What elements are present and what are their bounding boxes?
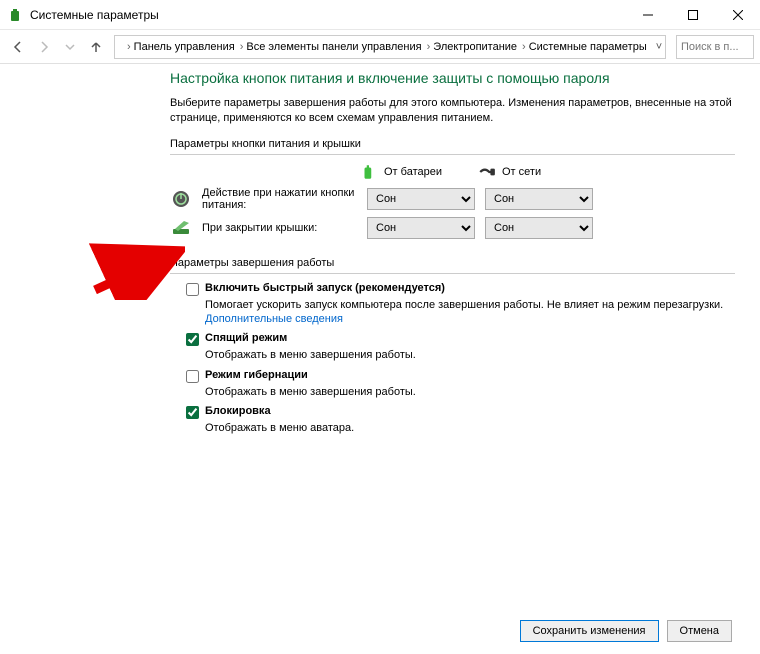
battery-icon bbox=[360, 163, 378, 181]
back-button[interactable] bbox=[6, 35, 30, 59]
option-fast-startup: Включить быстрый запуск (рекомендуется) … bbox=[186, 282, 735, 327]
plug-icon bbox=[478, 163, 496, 181]
breadcrumb-item[interactable]: Все элементы панели управления bbox=[243, 41, 424, 53]
power-button-ac-select[interactable]: Сон bbox=[485, 188, 593, 210]
power-columns-header: От батареи От сети bbox=[170, 163, 735, 181]
dialog-footer: Сохранить изменения Отмена bbox=[520, 620, 732, 642]
option-lock: Блокировка Отображать в меню аватара. bbox=[186, 405, 735, 435]
nav-toolbar: › Панель управления › Все элементы панел… bbox=[0, 30, 760, 64]
lock-desc: Отображать в меню аватара. bbox=[205, 421, 735, 435]
window-title: Системные параметры bbox=[30, 8, 625, 22]
section-label-shutdown: Параметры завершения работы bbox=[170, 257, 735, 269]
maximize-button[interactable] bbox=[670, 0, 715, 30]
cancel-button[interactable]: Отмена bbox=[667, 620, 732, 642]
hibernate-desc: Отображать в меню завершения работы. bbox=[205, 385, 735, 399]
lock-checkbox[interactable] bbox=[186, 406, 199, 419]
col-battery-label: От батареи bbox=[384, 166, 442, 178]
breadcrumb-item[interactable]: Панель управления bbox=[131, 41, 238, 53]
lock-label: Блокировка bbox=[205, 405, 271, 417]
hibernate-checkbox[interactable] bbox=[186, 370, 199, 383]
row-power-button: Действие при нажатии кнопки питания: Сон… bbox=[170, 187, 735, 211]
minimize-button[interactable] bbox=[625, 0, 670, 30]
battery-app-icon bbox=[8, 7, 24, 23]
row-power-button-label: Действие при нажатии кнопки питания: bbox=[202, 187, 357, 211]
search-placeholder: Поиск в п... bbox=[681, 41, 739, 53]
fast-startup-checkbox[interactable] bbox=[186, 283, 199, 296]
search-input[interactable]: Поиск в п... bbox=[676, 35, 754, 59]
up-button[interactable] bbox=[84, 35, 108, 59]
fast-startup-more-link[interactable]: Дополнительные сведения bbox=[205, 313, 343, 325]
chevron-down-icon[interactable]: ˅ bbox=[652, 41, 666, 53]
row-lid-close: При закрытии крышки: Сон Сон bbox=[170, 217, 735, 239]
fast-startup-label: Включить быстрый запуск (рекомендуется) bbox=[205, 282, 445, 294]
sleep-desc: Отображать в меню завершения работы. bbox=[205, 348, 735, 362]
power-button-icon bbox=[170, 188, 192, 210]
section-label-buttons: Параметры кнопки питания и крышки bbox=[170, 138, 735, 150]
option-hibernate: Режим гибернации Отображать в меню завер… bbox=[186, 369, 735, 399]
page-heading: Настройка кнопок питания и включение защ… bbox=[170, 70, 735, 86]
divider bbox=[170, 154, 735, 155]
forward-button[interactable] bbox=[32, 35, 56, 59]
laptop-lid-icon bbox=[170, 217, 192, 239]
option-sleep: Спящий режим Отображать в меню завершени… bbox=[186, 332, 735, 362]
save-button[interactable]: Сохранить изменения bbox=[520, 620, 659, 642]
divider bbox=[170, 273, 735, 274]
sleep-label: Спящий режим bbox=[205, 332, 287, 344]
breadcrumb[interactable]: › Панель управления › Все элементы панел… bbox=[114, 35, 666, 59]
recent-dropdown[interactable] bbox=[58, 35, 82, 59]
col-ac-label: От сети bbox=[502, 166, 541, 178]
close-button[interactable] bbox=[715, 0, 760, 30]
content-area: Настройка кнопок питания и включение защ… bbox=[170, 70, 735, 441]
lid-close-battery-select[interactable]: Сон bbox=[367, 217, 475, 239]
lid-close-ac-select[interactable]: Сон bbox=[485, 217, 593, 239]
breadcrumb-item[interactable]: Электропитание bbox=[430, 41, 520, 53]
power-button-battery-select[interactable]: Сон bbox=[367, 188, 475, 210]
titlebar: Системные параметры bbox=[0, 0, 760, 30]
sleep-checkbox[interactable] bbox=[186, 333, 199, 346]
page-intro: Выберите параметры завершения работы для… bbox=[170, 96, 735, 126]
hibernate-label: Режим гибернации bbox=[205, 369, 308, 381]
breadcrumb-item[interactable]: Системные параметры bbox=[526, 41, 650, 53]
row-lid-close-label: При закрытии крышки: bbox=[202, 222, 357, 234]
fast-startup-desc: Помогает ускорить запуск компьютера посл… bbox=[205, 298, 735, 327]
